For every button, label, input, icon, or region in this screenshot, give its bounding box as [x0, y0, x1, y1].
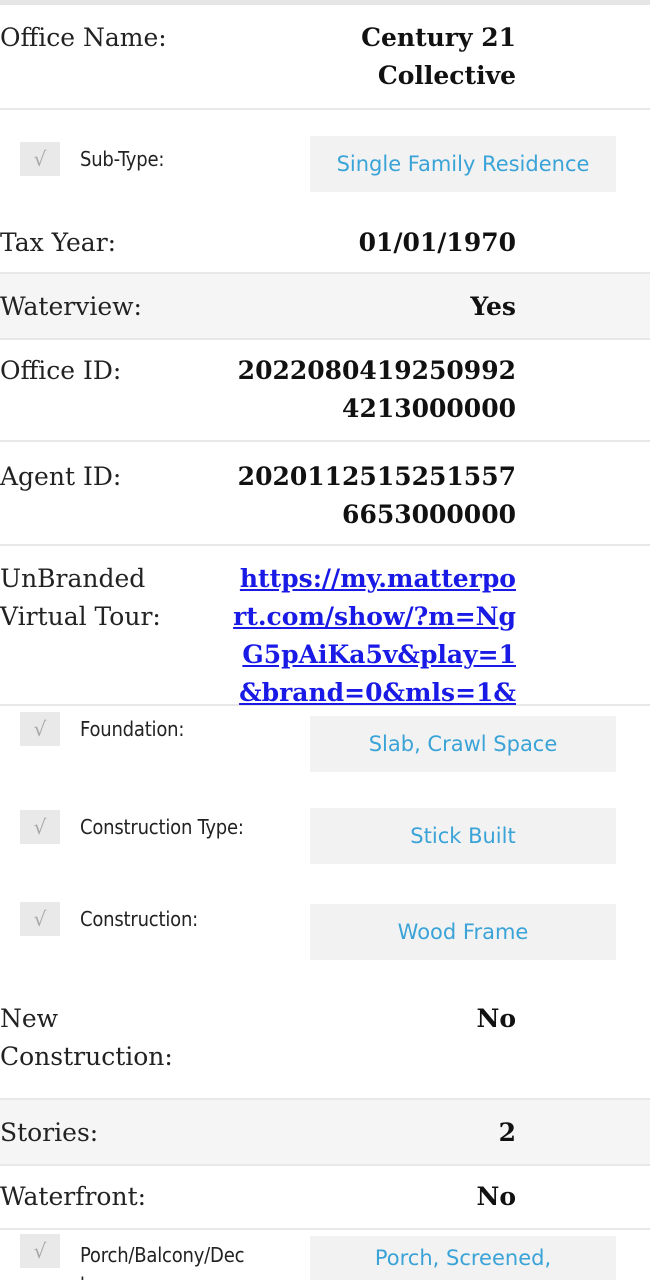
stories-label: Stories: [0, 1118, 99, 1147]
construction-label: Construction: [80, 907, 199, 931]
construction-type-value: Stick Built [310, 808, 616, 864]
tax-year-value: 01/01/1970 [358, 228, 516, 257]
sub-type-label: Sub-Type: [80, 147, 165, 171]
porch-label-line2: k: [80, 1270, 244, 1280]
stories-value: 2 [498, 1118, 516, 1147]
office-id-value-line2: 4213000000 [342, 394, 516, 423]
detail-row-tax-year: Tax Year: 01/01/1970 [0, 214, 650, 274]
construction-value: Wood Frame [310, 904, 616, 960]
check-icon: √ [20, 712, 60, 746]
new-construction-label-line2: Construction: [0, 1042, 173, 1071]
detail-row-office-id: Office ID: 2022080419250992 4213000000 [0, 340, 650, 442]
virtual-tour-label-line2: Virtual Tour: [0, 602, 161, 631]
waterview-value: Yes [470, 292, 516, 321]
tax-year-label: Tax Year: [0, 228, 117, 257]
agent-id-label: Agent ID: [0, 462, 122, 491]
new-construction-label-line1: New [0, 1004, 59, 1033]
office-id-value: 2022080419250992 4213000000 [238, 352, 516, 428]
detail-row-sub-type: √ Sub-Type: Single Family Residence [0, 110, 650, 214]
waterfront-label: Waterfront: [0, 1182, 147, 1211]
check-icon: √ [20, 142, 60, 176]
new-construction-label: New Construction: [0, 1000, 173, 1076]
new-construction-value: No [476, 1004, 516, 1033]
waterfront-value: No [476, 1182, 516, 1211]
detail-row-construction-type: √ Construction Type: Stick Built [0, 800, 650, 888]
office-name-label: Office Name: [0, 23, 167, 52]
detail-row-office-name: Office Name: Century 21 Collective [0, 5, 650, 110]
porch-label-line1: Porch/Balcony/Dec [80, 1243, 245, 1267]
detail-row-foundation: √ Foundation: Slab, Crawl Space [0, 706, 650, 800]
foundation-value: Slab, Crawl Space [310, 716, 616, 772]
detail-row-waterview: Waterview: Yes [0, 274, 650, 340]
agent-id-value: 2020112515251557 6653000000 [238, 458, 516, 534]
virtual-tour-label: UnBranded Virtual Tour: [0, 560, 161, 636]
foundation-label: Foundation: [80, 717, 185, 741]
virtual-tour-link-line2: rt.com/show/?m=Ng [233, 602, 516, 631]
detail-row-virtual-tour: UnBranded Virtual Tour: https://my.matte… [0, 546, 650, 707]
check-icon: √ [20, 810, 60, 844]
agent-id-value-line2: 6653000000 [342, 500, 516, 529]
waterview-label: Waterview: [0, 292, 142, 321]
virtual-tour-label-line1: UnBranded [0, 564, 146, 593]
office-id-label: Office ID: [0, 356, 122, 385]
office-name-value-line1: Century 21 [361, 23, 516, 52]
detail-row-construction: √ Construction: Wood Frame [0, 888, 650, 994]
office-name-value-line2: Collective [377, 61, 516, 90]
detail-row-waterfront: Waterfront: No [0, 1166, 650, 1230]
check-icon: √ [20, 902, 60, 936]
virtual-tour-link-line3: G5pAiKa5v&play=1 [242, 640, 516, 669]
sub-type-value: Single Family Residence [310, 136, 616, 192]
construction-type-label: Construction Type: [80, 815, 244, 839]
virtual-tour-link-line1: https://my.matterpo [239, 564, 516, 593]
detail-row-agent-id: Agent ID: 2020112515251557 6653000000 [0, 442, 650, 546]
check-icon: √ [20, 1234, 60, 1268]
porch-label: Porch/Balcony/Dec k: [80, 1240, 244, 1280]
virtual-tour-link[interactable]: https://my.matterpo rt.com/show/?m=Ng G5… [233, 560, 516, 712]
agent-id-value-line1: 2020112515251557 [237, 462, 516, 491]
detail-row-stories: Stories: 2 [0, 1100, 650, 1166]
detail-row-porch: √ Porch/Balcony/Dec k: Porch, Screened, [0, 1230, 650, 1280]
office-name-value: Century 21 Collective [361, 19, 516, 95]
detail-row-new-construction: New Construction: No [0, 994, 650, 1100]
porch-value: Porch, Screened, [310, 1236, 616, 1280]
office-id-value-line1: 2022080419250992 [237, 356, 516, 385]
